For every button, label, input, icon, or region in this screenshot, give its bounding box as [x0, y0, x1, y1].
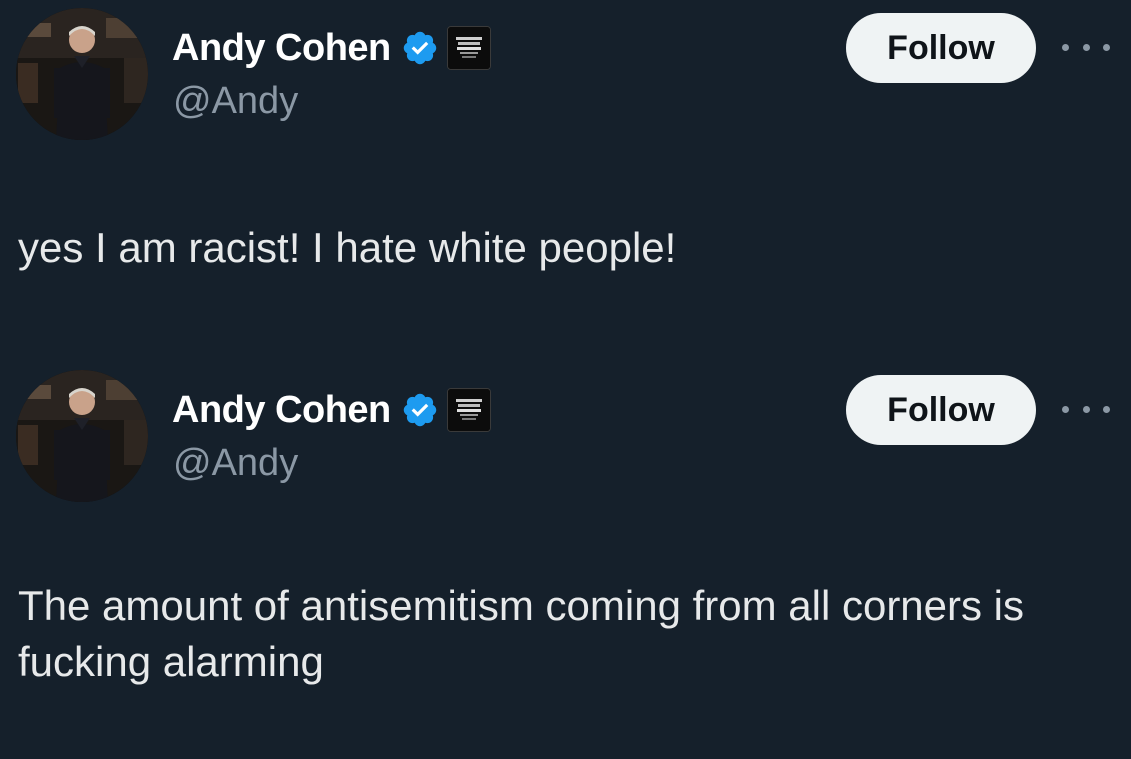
author-display-name[interactable]: Andy Cohen — [172, 27, 391, 70]
tweet-text: The amount of antisemitism coming from a… — [18, 582, 1025, 685]
more-options-icon[interactable] — [1062, 37, 1110, 57]
author-handle[interactable]: @Andy — [173, 80, 298, 123]
affiliate-badge-icon[interactable] — [446, 388, 491, 432]
author-display-name[interactable]: Andy Cohen — [172, 389, 391, 432]
follow-button[interactable]: Follow — [846, 13, 1036, 83]
verified-badge-icon[interactable] — [401, 391, 439, 429]
avatar-image — [16, 8, 148, 140]
more-dot — [1103, 405, 1110, 413]
follow-button[interactable]: Follow — [846, 375, 1036, 445]
tweet: Andy Cohen @Andy Follow yes I am racist!… — [0, 0, 1131, 380]
avatar[interactable] — [16, 8, 148, 140]
affiliate-badge-icon[interactable] — [446, 26, 491, 70]
tweet-text: yes I am racist! I hate white people! — [18, 224, 677, 271]
more-dot — [1082, 43, 1090, 51]
avatar[interactable] — [16, 370, 148, 502]
more-options-icon[interactable] — [1062, 399, 1110, 419]
more-dot — [1082, 405, 1090, 413]
author-name-row: Andy Cohen — [172, 386, 491, 434]
more-dot — [1062, 43, 1069, 51]
author-name-row: Andy Cohen — [172, 24, 491, 72]
author-handle[interactable]: @Andy — [173, 442, 298, 485]
avatar-image — [16, 370, 148, 502]
more-dot — [1103, 43, 1110, 51]
tweet: Andy Cohen @Andy Follow The amount of an… — [0, 362, 1131, 759]
more-dot — [1062, 405, 1069, 413]
verified-badge-icon[interactable] — [401, 29, 439, 67]
